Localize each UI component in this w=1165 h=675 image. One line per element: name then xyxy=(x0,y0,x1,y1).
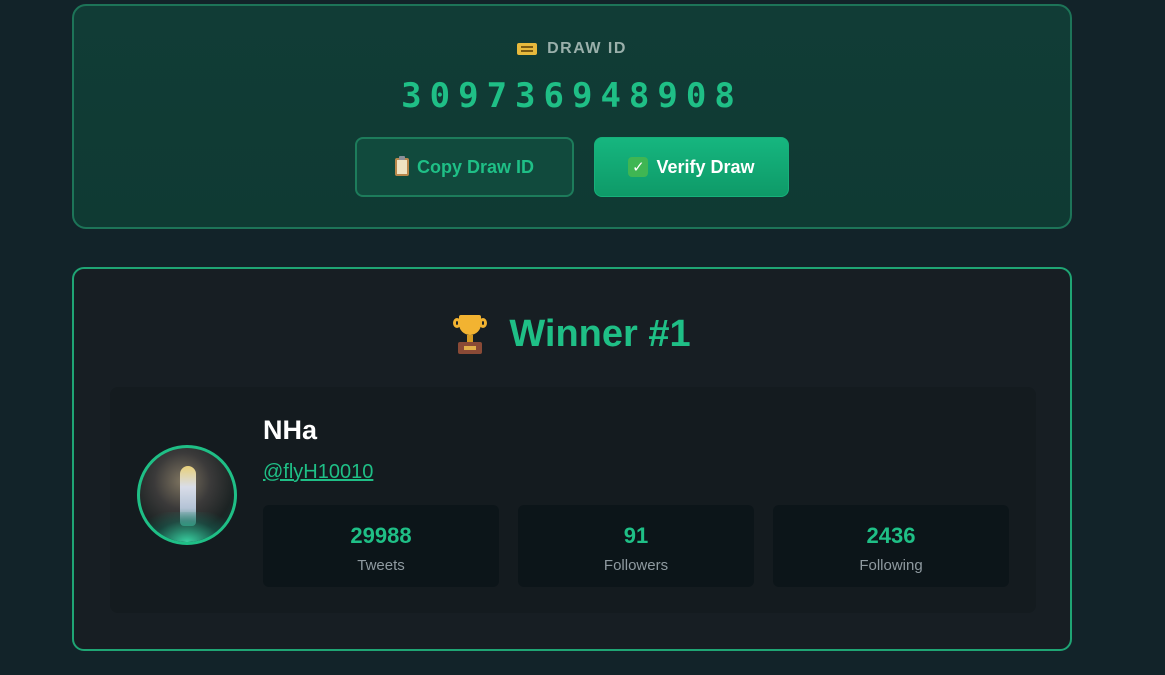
winner-title: Winner #1 xyxy=(509,313,691,355)
winner-card: Winner #1 NHa @flyH10010 29988 Tweets 91… xyxy=(72,267,1072,651)
copy-draw-id-label: Copy Draw ID xyxy=(416,156,535,177)
winner-profile: NHa @flyH10010 29988 Tweets 91 Followers… xyxy=(110,387,1036,613)
check-icon: ✓ xyxy=(628,157,649,177)
stat-value: 2436 xyxy=(866,523,916,548)
stat-following: 2436 Following xyxy=(773,505,1009,587)
draw-id-value: 309736948908 xyxy=(401,76,743,116)
stat-value: 29988 xyxy=(350,523,412,548)
stat-label: Following xyxy=(859,557,923,574)
clipboard-icon xyxy=(394,156,409,176)
draw-id-card: DRAW ID 309736948908 Copy Draw ID ✓ Veri… xyxy=(72,4,1072,229)
stat-tweets: 29988 Tweets xyxy=(263,505,499,587)
copy-draw-id-button[interactable]: Copy Draw ID xyxy=(355,137,574,197)
trophy-icon xyxy=(453,314,488,355)
draw-id-label-row: DRAW ID xyxy=(74,40,1070,58)
winner-handle-link[interactable]: @flyH10010 xyxy=(263,461,373,484)
stat-label: Followers xyxy=(603,557,669,574)
winner-heading: Winner #1 xyxy=(74,313,1070,356)
stat-followers: 91 Followers xyxy=(518,505,754,587)
stat-label: Tweets xyxy=(357,557,405,574)
ticket-icon xyxy=(517,43,538,55)
verify-draw-button[interactable]: ✓ Verify Draw xyxy=(594,137,789,197)
verify-draw-label: Verify Draw xyxy=(656,156,755,177)
draw-id-label: DRAW ID xyxy=(547,40,627,57)
winner-name: NHa xyxy=(263,415,318,445)
avatar[interactable] xyxy=(137,445,237,545)
stat-value: 91 xyxy=(623,523,649,548)
